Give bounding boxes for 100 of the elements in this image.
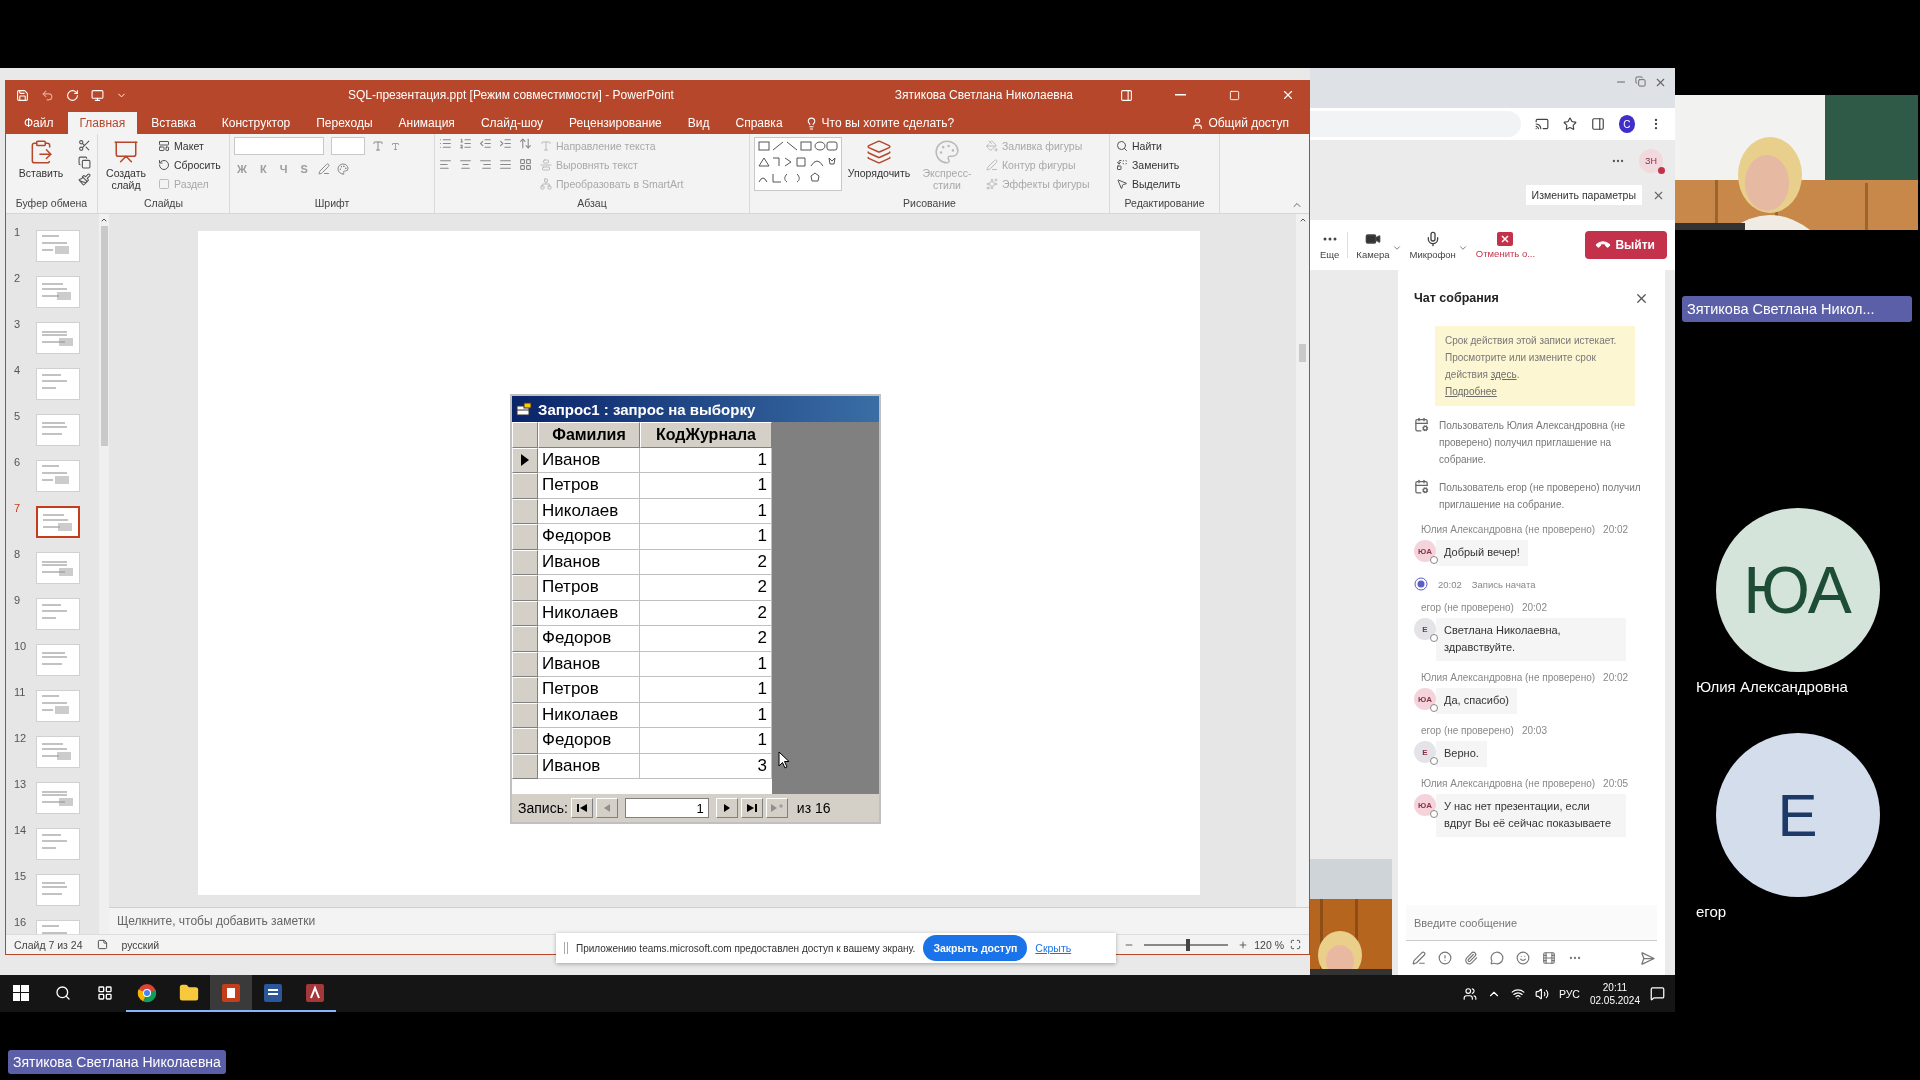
smartart-icon bbox=[540, 177, 552, 190]
stop-sharing-button[interactable]: Закрыть доступ bbox=[923, 935, 1028, 961]
volume-icon[interactable] bbox=[1534, 986, 1549, 1001]
ribbon-tab[interactable]: Главная bbox=[67, 112, 138, 134]
pen-icon[interactable] bbox=[317, 163, 330, 175]
share-button[interactable]: Общий доступ bbox=[1183, 112, 1297, 134]
priority-icon[interactable] bbox=[1438, 951, 1452, 965]
format-icon[interactable] bbox=[1412, 951, 1426, 965]
ribbon-tab[interactable]: Справка bbox=[723, 112, 795, 134]
ribbon-tab[interactable]: Слайд-шоу bbox=[468, 112, 556, 134]
ribbon-button[interactable]: Заменить bbox=[1114, 156, 1183, 173]
table-cell: Петров bbox=[538, 575, 640, 601]
ribbon-button[interactable]: Создать слайд bbox=[102, 137, 150, 194]
font-name-field[interactable] bbox=[234, 137, 324, 155]
notifications-icon[interactable] bbox=[1650, 986, 1665, 1001]
reset-icon bbox=[158, 158, 170, 171]
save-icon[interactable] bbox=[16, 88, 29, 102]
indent-decrease-icon[interactable] bbox=[479, 137, 492, 150]
hide-link[interactable]: Скрыть bbox=[1035, 942, 1072, 954]
ribbon-tab[interactable]: Вставка bbox=[139, 112, 208, 134]
link[interactable]: здесь bbox=[1490, 369, 1517, 380]
star-icon[interactable] bbox=[1562, 117, 1577, 131]
ribbon-button[interactable]: Сбросить bbox=[156, 156, 223, 173]
table-cell: 2 bbox=[640, 600, 772, 626]
side-panel-icon[interactable] bbox=[1590, 117, 1605, 131]
people-icon[interactable] bbox=[1462, 986, 1477, 1001]
toolbar-button[interactable]: Еще bbox=[1318, 230, 1342, 260]
leave-button[interactable]: Выйти bbox=[1585, 231, 1667, 259]
font-shrink-icon[interactable] bbox=[391, 141, 400, 151]
slide-number: 14 bbox=[14, 824, 28, 836]
chevron-icon[interactable] bbox=[1457, 243, 1468, 253]
loop-icon[interactable] bbox=[1490, 951, 1504, 965]
ribbon-button[interactable]: Упорядочить bbox=[848, 137, 910, 182]
numbered-list-icon[interactable] bbox=[459, 137, 472, 150]
nav-button[interactable] bbox=[740, 798, 763, 818]
copy-icon[interactable] bbox=[78, 156, 91, 169]
taskbar-app[interactable] bbox=[210, 975, 252, 1012]
user-avatar[interactable]: ЗН bbox=[1639, 148, 1663, 173]
toolbar-button[interactable]: Камера bbox=[1354, 230, 1392, 260]
panel-icon bbox=[1119, 88, 1133, 102]
align-center-icon[interactable] bbox=[459, 158, 472, 171]
close-icon[interactable] bbox=[1654, 76, 1667, 89]
align-right-icon[interactable] bbox=[479, 158, 492, 171]
slider-thumb[interactable] bbox=[1185, 938, 1190, 951]
record-number-field[interactable]: 1 bbox=[624, 798, 709, 818]
cast-icon[interactable] bbox=[1534, 117, 1549, 131]
chevron-icon[interactable] bbox=[1391, 243, 1402, 253]
toolbar-button[interactable]: Микрофон bbox=[1407, 230, 1458, 260]
paintbrush-icon[interactable] bbox=[78, 173, 91, 186]
ribbon-button[interactable]: Найти bbox=[1114, 137, 1183, 154]
scrollbar[interactable] bbox=[99, 214, 109, 934]
table-cell: Федоров bbox=[538, 626, 640, 652]
profile-avatar[interactable]: C bbox=[1618, 115, 1635, 133]
scroll-thumb[interactable] bbox=[100, 226, 108, 446]
ribbon-button[interactable]: Выделить bbox=[1114, 175, 1183, 192]
shapes-gallery[interactable] bbox=[754, 137, 842, 191]
line-spacing-icon[interactable] bbox=[519, 137, 532, 150]
font-color-icon[interactable] bbox=[336, 163, 349, 175]
scroll-thumb[interactable] bbox=[1299, 344, 1306, 362]
slide-thumbnail[interactable] bbox=[36, 506, 80, 538]
send-icon[interactable] bbox=[1640, 950, 1655, 966]
ribbon-tab[interactable]: Вид bbox=[675, 112, 722, 134]
ribbon-button[interactable]: Макет bbox=[156, 137, 223, 154]
slide-number: 11 bbox=[14, 686, 27, 698]
slideshow-icon[interactable] bbox=[91, 88, 104, 102]
column-header[interactable]: Фамилия bbox=[538, 422, 640, 448]
network-icon[interactable] bbox=[1510, 986, 1525, 1001]
ribbon-tab[interactable]: Переходы bbox=[304, 112, 385, 134]
redo-icon[interactable] bbox=[66, 88, 79, 102]
ribbon-button[interactable]: Вставить bbox=[10, 137, 72, 182]
ribbon-tab[interactable]: Конструктор bbox=[209, 112, 303, 134]
font-grow-icon[interactable] bbox=[372, 140, 384, 152]
toolbar-button[interactable]: Отменить о... bbox=[1473, 231, 1538, 259]
gif-icon[interactable] bbox=[1542, 951, 1556, 965]
zoom-in-icon[interactable] bbox=[1238, 939, 1249, 950]
tell-me-button[interactable]: Что вы хотите сделать? bbox=[796, 112, 963, 134]
emoji-icon[interactable] bbox=[1516, 951, 1530, 965]
language-indicator[interactable]: РУС bbox=[1558, 987, 1580, 1000]
ribbon-tab[interactable]: Анимация bbox=[386, 112, 467, 134]
undo-icon[interactable] bbox=[41, 88, 54, 102]
align-left-icon[interactable] bbox=[439, 158, 452, 171]
row-selector[interactable] bbox=[512, 447, 538, 473]
more-link[interactable]: Подробнее bbox=[1445, 386, 1497, 397]
ribbon-tab[interactable]: Рецензирование bbox=[557, 112, 674, 134]
message-field[interactable]: Введите сообщение bbox=[1406, 905, 1657, 940]
columns-icon[interactable] bbox=[519, 158, 532, 171]
restore-icon[interactable] bbox=[1635, 76, 1646, 87]
justify-icon[interactable] bbox=[499, 158, 512, 171]
author-name: Юлия Александровна (не проверено) bbox=[1421, 672, 1596, 683]
ribbon-tab[interactable]: Файл bbox=[12, 112, 66, 134]
indent-increase-icon[interactable] bbox=[499, 137, 512, 150]
paperclip-icon[interactable] bbox=[1464, 951, 1478, 965]
nav-button[interactable] bbox=[570, 798, 593, 818]
scissors-icon[interactable] bbox=[78, 139, 91, 152]
column-header[interactable]: КодЖурнала bbox=[640, 422, 772, 448]
system-message: Пользователь егор (не проверено) получил приглашение на собрание. bbox=[1439, 481, 1642, 512]
bullet-list-icon[interactable] bbox=[439, 137, 452, 150]
nav-button[interactable] bbox=[715, 798, 738, 818]
fit-slide-icon[interactable] bbox=[1290, 939, 1301, 950]
font-size-field[interactable] bbox=[331, 137, 365, 155]
